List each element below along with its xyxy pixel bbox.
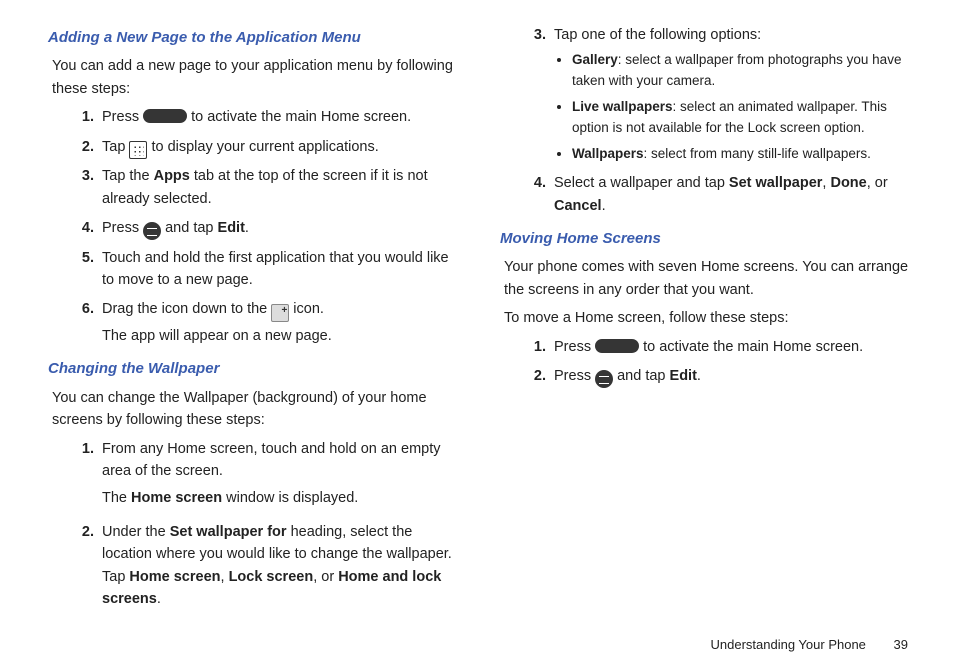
wallpaper-step-1-subline: The Home screen window is displayed.	[102, 487, 462, 509]
step-2: Tap to display your current applications…	[98, 136, 462, 158]
intro-moving-1: Your phone comes with seven Home screens…	[504, 256, 914, 301]
footer-section-name: Understanding Your Phone	[711, 637, 866, 652]
wallpaper-step-2: Under the Set wallpaper for heading, sel…	[98, 521, 462, 611]
steps-wallpaper-continued: Tap one of the following options: Galler…	[500, 24, 914, 217]
moving-step-1: Press to activate the main Home screen.	[550, 336, 914, 358]
wallpaper-options: Gallery: select a wallpaper from photogr…	[554, 50, 914, 165]
step-3: Tap the Apps tab at the top of the scree…	[98, 165, 462, 210]
right-column: Tap one of the following options: Galler…	[500, 24, 914, 621]
wallpaper-step-1: From any Home screen, touch and hold on …	[98, 438, 462, 509]
heading-moving-screens: Moving Home Screens	[500, 227, 914, 250]
step-6-subline: The app will appear on a new page.	[102, 325, 462, 347]
intro-adding-page: You can add a new page to your applicati…	[52, 55, 462, 100]
moving-step-2: Press and tap Edit.	[550, 365, 914, 387]
home-button-icon	[595, 339, 639, 353]
option-wallpapers: Wallpapers: select from many still-life …	[572, 144, 914, 165]
step-6: Drag the icon down to the icon. The app …	[98, 298, 462, 347]
home-button-icon	[143, 109, 187, 123]
steps-moving-screens: Press to activate the main Home screen. …	[500, 336, 914, 388]
step-5: Touch and hold the first application tha…	[98, 247, 462, 292]
new-page-icon	[271, 304, 289, 322]
apps-grid-icon	[129, 141, 147, 159]
wallpaper-step-4: Select a wallpaper and tap Set wallpaper…	[550, 172, 914, 217]
intro-moving-2: To move a Home screen, follow these step…	[504, 307, 914, 329]
steps-changing-wallpaper: From any Home screen, touch and hold on …	[48, 438, 462, 611]
page-footer: Understanding Your Phone 39	[48, 635, 914, 655]
heading-changing-wallpaper: Changing the Wallpaper	[48, 357, 462, 380]
steps-adding-page: Press to activate the main Home screen. …	[48, 106, 462, 347]
menu-icon	[595, 370, 613, 388]
left-column: Adding a New Page to the Application Men…	[48, 24, 462, 621]
step-1: Press to activate the main Home screen.	[98, 106, 462, 128]
step-4: Press and tap Edit.	[98, 217, 462, 239]
option-gallery: Gallery: select a wallpaper from photogr…	[572, 50, 914, 92]
page-number: 39	[894, 637, 908, 652]
wallpaper-step-3: Tap one of the following options: Galler…	[550, 24, 914, 165]
heading-adding-page: Adding a New Page to the Application Men…	[48, 26, 462, 49]
menu-icon	[143, 222, 161, 240]
intro-changing-wallpaper: You can change the Wallpaper (background…	[52, 387, 462, 432]
option-live-wallpapers: Live wallpapers: select an animated wall…	[572, 97, 914, 139]
